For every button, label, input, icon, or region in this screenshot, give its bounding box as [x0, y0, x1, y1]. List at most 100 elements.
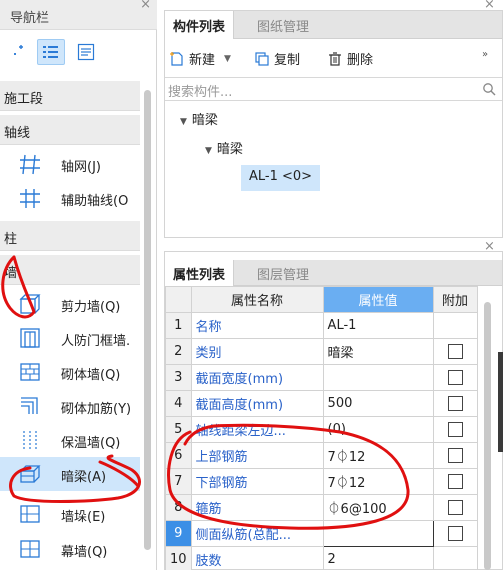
property-value[interactable]: 7⏀12 — [322, 468, 434, 495]
property-name: 肢数 — [190, 546, 324, 570]
table-row[interactable]: 2 类别 暗梁 — [165, 338, 478, 365]
category-label: 柱 — [4, 232, 18, 247]
table-row[interactable]: 9 侧面纵筋(总配... — [165, 520, 478, 547]
nav-title-bar: 导航栏 × — [0, 0, 157, 30]
row-number: 4 — [165, 390, 192, 417]
navigation-panel: 导航栏 × 施工段 轴线 轴网(J) 辅助轴线(O 柱 墙 剪力墙(Q) 人防门… — [0, 0, 157, 570]
nav-item-civil-defense-wall[interactable]: 人防门框墙. — [0, 321, 140, 355]
customize-toolbar-button[interactable] — [4, 39, 32, 65]
nav-item-curtain-wall[interactable]: 幕墙(Q) — [0, 532, 140, 566]
tab-component-list[interactable]: 构件列表 — [165, 11, 235, 39]
category-axis[interactable]: 轴线 — [0, 115, 140, 145]
nav-item-label: 幕墙(Q) — [61, 545, 108, 560]
attach-cell — [432, 364, 478, 391]
close-icon[interactable]: × — [140, 0, 151, 12]
attach-checkbox[interactable] — [447, 370, 463, 385]
nav-item-label: 暗梁(A) — [61, 470, 107, 485]
attach-checkbox[interactable] — [447, 526, 463, 541]
tree-node-label: 暗梁 — [216, 142, 243, 157]
tree-node-child[interactable]: ▼ 暗梁 — [205, 138, 243, 157]
nav-toolbar — [0, 33, 157, 73]
detail-view-button[interactable] — [72, 39, 100, 65]
attach-checkbox[interactable] — [447, 474, 463, 489]
header-extra[interactable]: 附加 — [432, 286, 478, 313]
nav-item-wall-pier[interactable]: 墙垛(E) — [0, 497, 140, 531]
insulation-wall-icon — [23, 431, 37, 449]
property-value[interactable] — [322, 364, 434, 391]
tab-drawing-management[interactable]: 图纸管理 — [249, 11, 317, 39]
nav-item-axis-grid[interactable]: 轴网(J) — [0, 147, 140, 181]
attach-checkbox[interactable] — [447, 422, 463, 437]
tree-leaf-al1[interactable]: AL-1 <0> — [241, 165, 321, 191]
nav-item-masonry-wall[interactable]: 砌体墙(Q) — [0, 355, 140, 389]
attach-cell — [432, 416, 478, 443]
app-root: 导航栏 × 施工段 轴线 轴网(J) 辅助轴线(O 柱 墙 剪力墙(Q) 人防门… — [0, 0, 503, 570]
component-list-panel: 构件列表 图纸管理 新建 ▼ 复制 删除 » 搜索构件... ▼ 暗梁 ▼ 暗梁… — [164, 10, 503, 238]
attach-cell — [432, 390, 478, 417]
tab-layer-management[interactable]: 图层管理 — [249, 260, 317, 286]
table-row[interactable]: 7 下部钢筋 7⏀12 — [165, 468, 478, 495]
nav-title: 导航栏 — [10, 11, 50, 26]
copy-button[interactable]: 复制 — [254, 49, 300, 68]
component-search-input[interactable]: 搜索构件... — [165, 77, 502, 101]
header-value[interactable]: 属性值 — [322, 286, 434, 313]
property-value[interactable]: 7⏀12 — [322, 442, 434, 469]
property-value[interactable]: AL-1 — [322, 312, 434, 339]
new-label: 新建 — [189, 53, 216, 68]
header-name[interactable]: 属性名称 — [190, 286, 324, 313]
table-row[interactable]: 1 名称 AL-1 — [165, 312, 478, 339]
attach-checkbox[interactable] — [447, 344, 463, 359]
property-value[interactable]: 2 — [322, 546, 434, 570]
category-column[interactable]: 柱 — [0, 221, 140, 251]
civil-defense-door-wall-icon — [20, 328, 40, 348]
nav-item-masonry-reinforcement[interactable]: 砌体加筋(Y) — [0, 389, 140, 423]
row-number: 9 — [165, 520, 192, 547]
detail-list-icon — [77, 43, 95, 61]
nav-item-shear-wall[interactable]: 剪力墙(Q) — [0, 287, 140, 321]
table-row[interactable]: 4 截面高度(mm) 500 — [165, 390, 478, 417]
tab-property-list[interactable]: 属性列表 — [165, 260, 235, 286]
property-scrollbar[interactable] — [484, 302, 491, 570]
table-row[interactable]: 5 轴线距梁左边... (0) — [165, 416, 478, 443]
category-construction[interactable]: 施工段 — [0, 81, 140, 111]
table-row[interactable]: 3 截面宽度(mm) — [165, 364, 478, 391]
property-name: 箍筋 — [190, 494, 324, 521]
tree-node-label: 暗梁 — [191, 113, 218, 128]
list-view-button[interactable] — [37, 39, 65, 65]
attach-cell — [432, 468, 478, 495]
attach-checkbox[interactable] — [447, 500, 463, 515]
property-value-editor[interactable] — [322, 520, 434, 547]
property-value[interactable]: 暗梁 — [322, 338, 434, 365]
collapse-arrow-icon[interactable]: ▼ — [180, 117, 187, 127]
table-row[interactable]: 10 肢数 2 — [165, 546, 478, 570]
new-button[interactable]: 新建 ▼ — [169, 49, 231, 68]
chevron-down-icon[interactable]: ▼ — [224, 54, 231, 64]
property-table: 属性名称 属性值 附加 1 名称 AL-1 2 类别 暗梁 3 截面宽度(mm) — [165, 286, 478, 570]
nav-item-insulation-wall[interactable]: 保温墙(Q) — [0, 423, 140, 457]
property-value[interactable]: ⏀6@100 — [322, 494, 434, 521]
axis-grid-icon — [20, 154, 40, 175]
property-list-panel: 属性列表 图层管理 属性名称 属性值 附加 1 名称 AL-1 2 类别 暗梁 … — [164, 251, 503, 570]
nav-item-hidden-beam[interactable]: 暗梁(A) — [0, 457, 140, 491]
delete-button[interactable]: 删除 — [327, 49, 373, 68]
nav-item-label: 墙垛(E) — [61, 510, 106, 525]
row-number: 7 — [165, 468, 192, 495]
tree-node-root[interactable]: ▼ 暗梁 — [180, 109, 218, 128]
property-value[interactable]: 500 — [322, 390, 434, 417]
collapse-arrow-icon[interactable]: ▼ — [205, 146, 212, 156]
delete-label: 删除 — [347, 53, 374, 68]
table-row[interactable]: 6 上部钢筋 7⏀12 — [165, 442, 478, 469]
hidden-beam-icon — [19, 465, 41, 483]
table-row[interactable]: 8 箍筋 ⏀6@100 — [165, 494, 478, 521]
search-icon[interactable] — [482, 82, 496, 96]
attach-checkbox[interactable] — [447, 396, 463, 411]
splitter-handle[interactable] — [498, 352, 503, 452]
nav-item-aux-axis[interactable]: 辅助轴线(O — [0, 181, 140, 215]
property-name: 轴线距梁左边... — [190, 416, 324, 443]
attach-checkbox[interactable] — [447, 448, 463, 463]
nav-scrollbar[interactable] — [144, 90, 151, 550]
category-wall[interactable]: 墙 — [0, 255, 140, 285]
copy-label: 复制 — [274, 53, 301, 68]
more-icon[interactable]: » — [482, 49, 488, 60]
property-value[interactable]: (0) — [322, 416, 434, 443]
